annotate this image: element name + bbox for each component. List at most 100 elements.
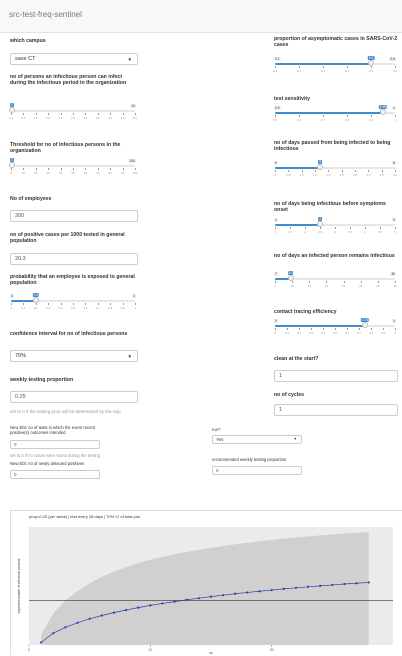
- slider-tick-label: 2.5: [71, 116, 75, 120]
- slider-tick-label: 3.2: [366, 173, 371, 177]
- slider-tick-label: 0: [10, 171, 12, 175]
- campus-label: which campus: [10, 38, 46, 44]
- slider-tick: [381, 170, 383, 172]
- slider-tick-label: 50: [71, 171, 75, 175]
- data-point: [331, 583, 334, 587]
- slider-tick: [347, 328, 348, 330]
- slider-tick-label: 100: [132, 171, 138, 175]
- slider-tick: [395, 66, 396, 68]
- asympt-slider[interactable]: 0.1 0.6 0.5 0.1 0.2 0.3 0.4 0.5 0.6: [273, 56, 397, 77]
- slider-grid: 7 10 13 16 19 22 25 28: [274, 281, 397, 289]
- slider-tick: [275, 227, 276, 229]
- slider-grid: 0 0.8 1.2 1.6 2.0 2.4 2.8 3.2 3.6 4.0: [274, 170, 397, 178]
- ci-select[interactable]: 70% ▼: [10, 350, 138, 362]
- slider-tick: [360, 281, 362, 283]
- slider-tick-label: 2.0: [326, 173, 331, 177]
- positives-input[interactable]: 20.3: [10, 253, 138, 265]
- slider-tick-label: 20: [34, 171, 38, 175]
- cycles-input[interactable]: 1: [274, 404, 398, 416]
- slider-tick: [323, 328, 324, 330]
- slider-tick-label: 0.3: [321, 69, 325, 73]
- slider-tick: [377, 281, 379, 283]
- sensitivity-slider[interactable]: 0.5 1 0.95 0.5 0.6 0.7 0.8 0.9 1: [273, 105, 396, 126]
- data-point: [52, 632, 55, 635]
- slider-tick-label: 3.5: [95, 116, 100, 120]
- clean-input[interactable]: 1: [274, 370, 398, 382]
- daysinfect-slider[interactable]: 0 8 3 0 0.8 1.2 1.6 2.0 2.4 2.8 3.2 3.6 4.0: [274, 160, 397, 181]
- slider-tick-label: 13: [307, 284, 311, 288]
- slider-max: 10: [130, 104, 136, 108]
- slider-tick-label: 0.3: [309, 331, 313, 335]
- slider-tick-label: 0.1: [9, 116, 13, 120]
- slider-tick-label: 1.2: [299, 173, 304, 177]
- slider-tick-label: 4.5: [120, 116, 125, 120]
- slider-tick-label: 4: [364, 230, 366, 234]
- slider-min: 1: [274, 218, 278, 222]
- tracing-slider[interactable]: 0 1 0.75 0 0.1 0.2 0.3 0.4 0.5 0.6 0.7 0.8 0.9 1: [274, 318, 396, 339]
- slider-tick: [395, 170, 396, 172]
- slider-tick: [97, 303, 99, 305]
- slider-tick-label: 0.5: [333, 331, 337, 335]
- data-point: [258, 590, 261, 593]
- chart-svg: prop=0.25 (per week) | test every 28 day…: [17, 514, 393, 655]
- data-point: [222, 594, 225, 597]
- slider-tick: [73, 168, 74, 170]
- slider-tick: [355, 170, 356, 172]
- infectees-label: no of persons an infectious person can i…: [10, 74, 127, 87]
- slider-tick: [288, 170, 290, 172]
- data-point: [282, 587, 285, 590]
- employees-input[interactable]: 300: [10, 210, 138, 222]
- app-navbar: src-test-freq-sentinel: [0, 0, 402, 33]
- data-point: [185, 598, 188, 601]
- campus-select[interactable]: save CT ▼: [10, 53, 138, 65]
- weekly-hint: set to 0 if the testing prop will be det…: [10, 409, 121, 414]
- slider-tick: [60, 303, 62, 305]
- data-point: [124, 608, 128, 612]
- exposure-slider[interactable]: 0 1 0.2 0 0.1 0.2 0.3 0.4 0.5 0.6 0.7 0.8 0.9 1: [10, 293, 136, 314]
- weekly-input[interactable]: 0.25: [10, 391, 138, 403]
- slider-tick: [23, 303, 25, 305]
- infectees-slider[interactable]: 0 10 0 0.10.51.01.52.02.53.03.54.04.55.0: [9, 103, 137, 124]
- remains-slider[interactable]: 7 30 10 7 10 13 16 19 22 25 28: [274, 271, 397, 292]
- data-point: [40, 641, 43, 644]
- slider-tick-label: 1.0: [33, 116, 38, 120]
- slider-tick: [23, 113, 25, 115]
- threshold-label: Threshold for no of infectious persons i…: [10, 142, 121, 155]
- slider-tick-label: 0.4: [58, 306, 63, 310]
- newpos-input[interactable]: 0: [10, 470, 100, 479]
- slider-tick: [97, 168, 99, 170]
- onset-slider[interactable]: 1 9 4 1 1.5 2 2.5 3 3.5 4 4.5 5: [274, 217, 396, 238]
- recommended-input[interactable]: 0: [212, 466, 302, 475]
- data-point: [294, 586, 298, 589]
- slider-tick: [343, 281, 345, 283]
- slider-tick-label: 5.0: [133, 116, 137, 120]
- slider-tick: [122, 303, 124, 305]
- slider-tick-label: 90: [121, 171, 125, 175]
- slider-tick: [341, 170, 343, 172]
- slider-tick: [73, 303, 74, 305]
- slider-track: [11, 110, 135, 112]
- newtests-input[interactable]: 0: [10, 440, 100, 449]
- slider-tick: [135, 168, 136, 170]
- slider-tick: [395, 115, 396, 117]
- slider-tick: [335, 328, 336, 330]
- slider-tick-label: 0.5: [21, 116, 26, 120]
- slider-max: 0.6: [389, 57, 396, 61]
- slider-tick-label: 0.9: [369, 118, 373, 122]
- slider-tick-label: 1: [394, 118, 396, 122]
- slider-tick-label: 0.5: [369, 69, 373, 73]
- slider-tick-label: 1.5: [288, 230, 292, 234]
- slider-tick: [347, 115, 348, 117]
- slider-tick: [110, 303, 112, 305]
- slider-tick-label: 0.7: [357, 331, 361, 335]
- data-point: [100, 614, 103, 617]
- slider-tick-label: 2.0: [58, 116, 63, 120]
- run-select-value: Yes: [216, 437, 224, 442]
- weekly-label: weekly testing proportion: [10, 377, 74, 383]
- slider-tick-label: 0.2: [33, 306, 38, 310]
- x-tick-label: 20: [270, 648, 274, 652]
- run-select[interactable]: Yes ▼: [212, 435, 302, 444]
- threshold-slider[interactable]: 0 100 0 0102030405060708090100: [9, 158, 138, 179]
- data-point: [355, 582, 358, 585]
- exposure-label: probability that an employee is exposed …: [10, 274, 135, 287]
